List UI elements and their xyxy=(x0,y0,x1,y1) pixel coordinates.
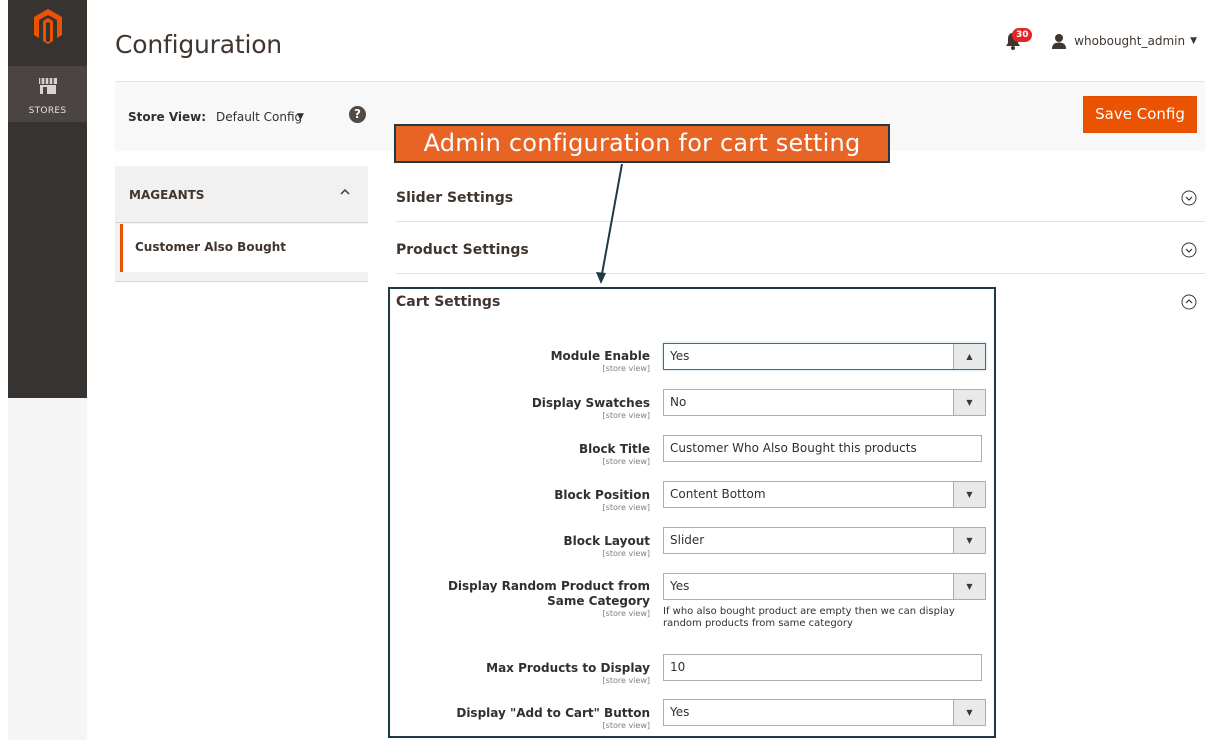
help-icon[interactable]: ? xyxy=(349,106,366,123)
display-random-product-select[interactable]: Yes ▼ xyxy=(663,573,986,600)
admin-sidebar: STORES xyxy=(8,0,87,398)
expand-circle-icon xyxy=(1181,190,1197,206)
chevron-down-icon[interactable]: ▼ xyxy=(1190,36,1197,46)
block-position-select[interactable]: Content Bottom ▼ xyxy=(663,481,986,508)
chevron-down-icon: ▼ xyxy=(953,528,985,553)
store-view-label: Store View: xyxy=(128,110,207,124)
section-title: Slider Settings xyxy=(396,190,514,206)
field-label: Max Products to Display [store view] xyxy=(486,661,650,685)
section-slider-settings[interactable]: Slider Settings xyxy=(396,170,1205,222)
field-label: Block Layout [store view] xyxy=(563,534,651,558)
magento-logo-icon[interactable] xyxy=(8,8,87,64)
expand-circle-icon xyxy=(1181,242,1197,258)
tab-label: Customer Also Bought xyxy=(135,240,286,254)
chevron-down-icon: ▼ xyxy=(953,700,985,725)
collapse-circle-icon xyxy=(1181,294,1197,310)
sidebar-item-stores[interactable]: STORES xyxy=(8,66,87,122)
section-title: Product Settings xyxy=(396,242,529,258)
sidebar-bottom-area xyxy=(8,398,87,740)
user-icon xyxy=(1052,34,1067,49)
chevron-down-icon: ▼ xyxy=(953,390,985,415)
chevron-up-icon: ▲ xyxy=(953,344,985,369)
chevron-down-icon[interactable]: ▼ xyxy=(297,112,304,122)
tab-group-mageants[interactable]: MAGEANTS xyxy=(115,166,368,223)
block-title-input[interactable]: Customer Who Also Bought this products xyxy=(663,435,982,462)
config-tabs: MAGEANTS Customer Also Bought xyxy=(115,166,368,282)
block-layout-select[interactable]: Slider ▼ xyxy=(663,527,986,554)
module-enable-select[interactable]: Yes ▲ xyxy=(663,343,986,370)
chevron-down-icon: ▼ xyxy=(953,574,985,599)
tab-customer-also-bought[interactable]: Customer Also Bought xyxy=(120,224,368,272)
annotation-callout: Admin configuration for cart setting xyxy=(394,124,890,163)
notifications-button[interactable]: 30 xyxy=(1005,28,1033,50)
header-actions: 30 whobought_admin ▼ xyxy=(1005,28,1197,50)
page-title: Configuration xyxy=(115,30,282,59)
max-products-input[interactable]: 10 xyxy=(663,654,982,681)
store-view-switcher[interactable]: Default Config xyxy=(216,110,302,124)
chevron-down-icon: ▼ xyxy=(953,482,985,507)
store-icon xyxy=(38,78,57,94)
field-label: Block Title [store view] xyxy=(578,442,650,466)
section-product-settings[interactable]: Product Settings xyxy=(396,222,1205,274)
chevron-up-icon xyxy=(340,188,350,195)
save-config-button[interactable]: Save Config xyxy=(1083,96,1197,133)
field-label: Block Position [store view] xyxy=(554,488,650,512)
sidebar-item-label: STORES xyxy=(28,106,67,116)
field-label: Display Swatches [store view] xyxy=(531,396,650,420)
field-note: If who also bought product are empty the… xyxy=(663,606,955,629)
field-label: Display Random Product from Same Categor… xyxy=(447,579,650,618)
field-label: Module Enable [store view] xyxy=(550,349,650,373)
admin-username[interactable]: whobought_admin xyxy=(1074,34,1185,48)
notification-count-badge: 30 xyxy=(1012,28,1033,42)
field-label: Display "Add to Cart" Button [store view… xyxy=(456,706,650,730)
add-to-cart-button-select[interactable]: Yes ▼ xyxy=(663,699,986,726)
display-swatches-select[interactable]: No ▼ xyxy=(663,389,986,416)
tab-group-title: MAGEANTS xyxy=(129,188,205,202)
